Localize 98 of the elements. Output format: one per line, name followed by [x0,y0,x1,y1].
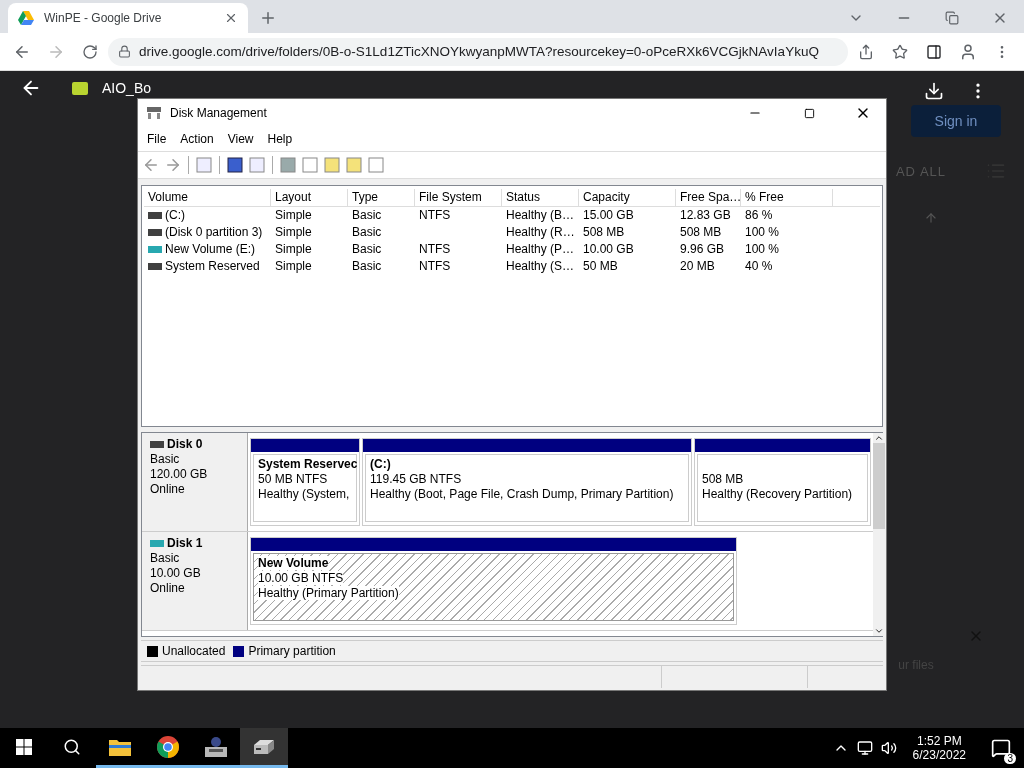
partition-name: System Reservec [258,457,358,472]
file-icon [72,81,88,95]
disk-management-icon [146,106,162,120]
windows-start-icon[interactable] [16,738,32,755]
column-header[interactable]: File System [415,188,502,207]
table-cell-text: NTFS [418,208,452,223]
table-cell-text: 9.96 GB [679,242,726,257]
table-cell: New Volume (E:) [144,242,271,257]
restore-icon[interactable] [945,11,959,25]
table-cell: (C:) [144,208,271,223]
table-cell-text: 20 MB [679,259,716,274]
notification-badge: 3 [1004,753,1016,764]
column-header[interactable]: Layout [271,188,348,207]
file-name: AIO_Bo [102,80,152,96]
table-cell-text: NTFS [418,259,452,274]
table-cell-text: 100 % [744,242,781,257]
sign-in-button[interactable]: Sign in [910,105,1002,137]
table-cell-text: 508 MB [582,225,626,240]
disk-type: Basic [150,551,181,566]
disk-type: Basic [150,452,181,467]
volume-icon[interactable] [880,740,897,756]
table-cell-text: Basic [351,225,383,240]
avatar-icon[interactable] [959,42,977,61]
window-title: Disk Management [170,106,268,120]
search-icon[interactable] [63,737,81,756]
network-icon[interactable] [856,740,873,756]
table-cell-text: 50 MB [582,259,619,274]
disk-status: Online [150,581,186,596]
partition-status: Healthy (Recovery Partition) [702,487,853,502]
share-icon[interactable] [858,43,874,60]
menu-item[interactable]: Action [173,131,221,146]
side-panel-icon[interactable] [926,43,942,60]
table-cell-text: Healthy (S… [505,259,576,274]
table-cell-text: Healthy (B… [505,208,576,223]
table-cell-text: 508 MB [679,225,723,240]
partition-name: New Volume [258,556,329,571]
column-header[interactable]: Type [348,188,415,207]
table-cell-text: 100 % [744,225,781,240]
table-cell-text: 86 % [744,208,774,223]
disk-size: 10.00 GB [150,566,202,581]
partition[interactable]: (C:) 119.45 GB NTFS Healthy (Boot, Page File, Crash Dump, Primary Partition) [362,438,692,527]
clock[interactable]: 1:52 PM 6/23/2022 [900,734,978,762]
legend-label: Unallocated [162,644,226,659]
column-header[interactable]: Status [502,188,579,207]
menu-item[interactable]: View [220,131,261,146]
partition[interactable]: System Reservec 50 MB NTFS Healthy (System, [250,438,360,527]
table-cell-text: Basic [351,208,383,223]
table-cell-text: 12.83 GB [679,208,732,223]
disk-status: Online [150,482,186,497]
table-cell-text: Simple [274,225,313,240]
partition-status: Healthy (Primary Partition) [258,586,399,601]
table-cell-text: 15.00 GB [582,208,635,223]
partition-status: Healthy (Boot, Page File, Crash Dump, Primary Partition) [370,487,674,502]
reload-icon[interactable] [82,43,98,60]
partition-name: (C:) [370,457,391,472]
table-cell: System Reserved [144,259,271,274]
table-cell-text: 40 % [744,259,774,274]
legend-label: Primary partition [248,644,336,659]
star-icon[interactable] [892,43,908,60]
scrollbar[interactable] [873,433,885,637]
partition-size: 119.45 GB NTFS [370,472,462,487]
disk-name: Disk 0 [167,437,203,452]
maximize-icon[interactable] [803,107,815,119]
browser-tab[interactable]: WinPE - Google Drive [8,3,248,33]
partition-size: 10.00 GB NTFS [258,571,344,586]
tool-icon[interactable] [203,734,229,759]
chrome-icon[interactable] [156,734,180,759]
partition-size: 508 MB [702,472,744,487]
drive-logo-icon [18,11,34,25]
partition-size: 50 MB NTFS [258,472,328,487]
table-cell-text: Simple [274,242,313,257]
partition[interactable]: 508 MB Healthy (Recovery Partition) [694,438,871,527]
table-cell-text: Healthy (P… [505,242,576,257]
table-cell-text: Basic [351,259,383,274]
column-header[interactable]: Capacity [579,188,676,207]
column-header[interactable]: Volume [144,188,271,207]
column-header[interactable]: % Free [741,188,833,207]
table-cell-text: NTFS [418,242,452,257]
table-cell-text: 10.00 GB [582,242,635,257]
column-header[interactable]: Free Spa… [676,188,741,207]
download-icon[interactable] [924,81,944,101]
close-icon[interactable] [224,11,238,25]
table-cell-text: Healthy (R… [505,225,576,240]
table-cell-text: Simple [274,259,313,274]
menu-item[interactable]: File [140,131,174,146]
url-text: drive.google.com/drive/folders/0B-o-S1Ld1ZTicXNOYkwyanpMWTA?resourcekey=0-oPceRXk6VCGjkNAvIaYkuQ [139,44,819,59]
partition[interactable]: New Volume 10.00 GB NTFS Healthy (Primary Partition) [250,537,737,626]
table-cell-text: Simple [274,208,313,223]
address-bar[interactable]: drive.google.com/drive/folders/0B-o-S1Ld1ZTicXNOYkwyanpMWTA?resourcekey=0-oPceRXk6VCGjkNAvIaYkuQ [108,37,848,66]
tab-title: WinPE - Google Drive [44,11,163,25]
menu-item[interactable]: Help [260,131,300,146]
disk-name: Disk 1 [167,536,203,551]
partition-status: Healthy (System, [258,487,350,502]
disk-size: 120.00 GB [150,467,209,482]
table-cell-text: Basic [351,242,383,257]
new-tab-icon[interactable] [259,9,277,27]
table-cell: (Disk 0 partition 3) [144,225,271,240]
lock-icon [118,45,131,58]
